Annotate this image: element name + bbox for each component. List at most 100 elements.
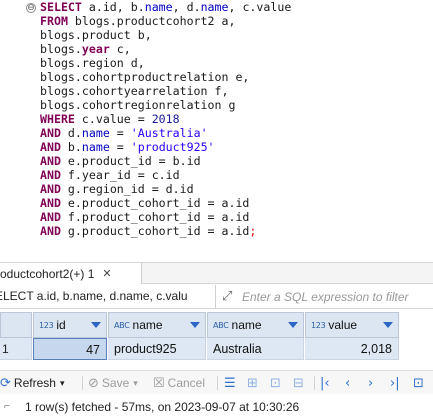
delete-row-icon: ⊟ bbox=[293, 375, 304, 391]
code-line[interactable]: FROM blogs.productcohort2 a, bbox=[40, 14, 291, 28]
last-page-icon: ›| bbox=[390, 375, 400, 391]
sql-keyword: AND bbox=[40, 154, 61, 168]
expand-icon[interactable]: ⤢ bbox=[222, 289, 238, 305]
filter-bar: ELECT a.id, b.name, d.name, c.valu ⤢ bbox=[0, 285, 433, 309]
code-line[interactable]: blogs.cohortyearrelation f, bbox=[40, 84, 291, 98]
last-page-button[interactable]: ›| bbox=[390, 371, 400, 395]
code-line[interactable]: AND b.name = 'product925' bbox=[40, 140, 291, 154]
sql-token: f.product_cohort_id = a.id bbox=[60, 210, 250, 224]
cell-value[interactable]: 2,018 bbox=[305, 338, 399, 360]
close-icon[interactable]: ✕ bbox=[102, 267, 111, 280]
sql-token: 2018 bbox=[151, 112, 180, 126]
sql-token: f.year_id = c.id bbox=[60, 168, 180, 182]
tab-results[interactable]: roductcohort2(+) 1 ✕ bbox=[0, 263, 142, 284]
refresh-button[interactable]: ⟳ Refresh ▾ bbox=[0, 371, 64, 395]
sql-string: 'Australia' bbox=[130, 126, 208, 140]
cell-region-name[interactable]: Australia bbox=[207, 338, 304, 360]
column-header-id[interactable]: 123 id bbox=[33, 312, 107, 338]
code-line[interactable]: AND e.product_cohort_id = a.id bbox=[40, 196, 291, 210]
toolbar-divider bbox=[82, 376, 83, 390]
sql-keyword: FROM bbox=[40, 14, 68, 28]
sql-token: ; bbox=[249, 224, 257, 238]
fold-collapse-icon[interactable]: ⊖ bbox=[26, 3, 36, 13]
next-page-button[interactable]: › bbox=[368, 371, 373, 395]
add-row-button[interactable]: ⊞ bbox=[247, 371, 258, 395]
code-line[interactable]: blogs.product b, bbox=[40, 28, 291, 42]
fetch-all-button[interactable]: ⊡ bbox=[413, 371, 424, 395]
text-type-icon: ABC bbox=[213, 320, 229, 330]
chevron-right-icon: › bbox=[368, 375, 374, 391]
code-line[interactable]: AND e.product_id = b.id bbox=[40, 154, 291, 168]
tab-results-label: roductcohort2(+) 1 bbox=[0, 266, 95, 281]
sql-token: c.value = bbox=[74, 112, 152, 126]
filter-input[interactable] bbox=[242, 286, 433, 308]
grid-header: 123 id ABC name ABC name 123 value bbox=[0, 312, 433, 338]
sql-token: name bbox=[144, 0, 173, 14]
sql-token: blogs.region d, bbox=[40, 56, 145, 70]
sql-keyword: AND bbox=[40, 224, 61, 238]
numeric-type-icon: 123 bbox=[39, 320, 54, 330]
column-header-product-name[interactable]: ABC name bbox=[108, 312, 206, 338]
row-header-corner bbox=[0, 312, 32, 338]
chevron-down-icon[interactable]: ▾ bbox=[133, 378, 138, 389]
save-button[interactable]: ⊘ Save ▾ bbox=[88, 371, 138, 395]
sort-arrow-icon[interactable] bbox=[190, 322, 200, 328]
fetch-all-icon: ⊡ bbox=[413, 375, 424, 391]
code-line[interactable]: blogs.year c, bbox=[40, 42, 291, 56]
chevron-down-icon[interactable]: ▾ bbox=[60, 378, 65, 389]
previous-page-button[interactable]: ‹ bbox=[345, 371, 350, 395]
sql-editor[interactable]: ⊖ SELECT a.id, b.name, d.name, c.value FR… bbox=[0, 0, 433, 252]
sql-token: e.product_id = b.id bbox=[60, 154, 201, 168]
sort-arrow-icon[interactable] bbox=[383, 322, 393, 328]
code-line[interactable]: AND d.name = 'Australia' bbox=[40, 126, 291, 140]
code-line[interactable]: AND f.product_cohort_id = a.id bbox=[40, 210, 291, 224]
numeric-type-icon: 123 bbox=[311, 320, 326, 330]
code-line[interactable]: AND f.year_id = c.id bbox=[40, 168, 291, 182]
sql-token: blogs. bbox=[40, 42, 82, 56]
edit-row-button[interactable]: ☰ bbox=[224, 371, 236, 395]
sort-arrow-icon[interactable] bbox=[91, 322, 101, 328]
cell-product-name[interactable]: product925 bbox=[108, 338, 206, 360]
refresh-label: Refresh bbox=[13, 376, 56, 390]
sql-code[interactable]: SELECT a.id, b.name, d.name, c.value FROM… bbox=[40, 0, 291, 238]
code-line[interactable]: blogs.cohortproductrelation e, bbox=[40, 70, 291, 84]
refresh-icon: ⟳ bbox=[0, 375, 11, 391]
code-line[interactable]: AND g.product_cohort_id = a.id; bbox=[40, 224, 291, 238]
results-grid: 123 id ABC name ABC name 123 value 1 47 … bbox=[0, 310, 433, 366]
delete-row-button[interactable]: ⊟ bbox=[293, 371, 304, 395]
status-message: 1 row(s) fetched - 57ms, on 2023-09-07 a… bbox=[25, 400, 300, 414]
column-header-value[interactable]: 123 value bbox=[305, 312, 399, 338]
cancel-button[interactable]: ☒ Cancel bbox=[153, 371, 205, 395]
sql-token: blogs.cohortyearrelation f, bbox=[40, 84, 229, 98]
sort-arrow-icon[interactable] bbox=[288, 322, 298, 328]
first-page-button[interactable]: |‹ bbox=[320, 371, 330, 395]
toolbar-divider bbox=[314, 376, 315, 390]
sql-token: blogs.cohortregionrelation g bbox=[40, 98, 236, 112]
query-text-field[interactable]: ELECT a.id, b.name, d.name, c.valu bbox=[0, 285, 216, 308]
sql-token: c, bbox=[109, 42, 131, 56]
row-number[interactable]: 1 bbox=[0, 338, 32, 360]
sql-token: blogs.cohortproductrelation e, bbox=[40, 70, 250, 84]
first-page-icon: |‹ bbox=[320, 375, 330, 391]
code-line[interactable]: AND g.region_id = d.id bbox=[40, 182, 291, 196]
sql-keyword: WHERE bbox=[40, 112, 75, 126]
sql-keyword: AND bbox=[40, 210, 61, 224]
code-line[interactable]: SELECT a.id, b.name, d.name, c.value bbox=[40, 0, 291, 14]
sql-keyword: AND bbox=[40, 182, 61, 196]
sql-keyword: AND bbox=[40, 168, 61, 182]
code-line[interactable]: blogs.region d, bbox=[40, 56, 291, 70]
copy-row-button[interactable]: ⊡ bbox=[270, 371, 281, 395]
cancel-label: Cancel bbox=[167, 376, 206, 390]
sql-token: = bbox=[109, 140, 131, 154]
cell-id[interactable]: 47 bbox=[33, 338, 107, 360]
sql-token: = bbox=[109, 126, 131, 140]
sql-token: blogs.productcohort2 a, bbox=[67, 14, 236, 28]
sql-token: d. bbox=[60, 126, 82, 140]
column-header-region-name[interactable]: ABC name bbox=[207, 312, 304, 338]
column-header-label: id bbox=[56, 318, 66, 332]
sql-token: g.product_cohort_id = a.id bbox=[60, 224, 250, 238]
code-line[interactable]: blogs.cohortregionrelation g bbox=[40, 98, 291, 112]
code-line[interactable]: WHERE c.value = 2018 bbox=[40, 112, 291, 126]
table-row[interactable]: 1 47 product925 Australia 2,018 bbox=[0, 338, 433, 360]
column-header-label: value bbox=[328, 318, 358, 332]
